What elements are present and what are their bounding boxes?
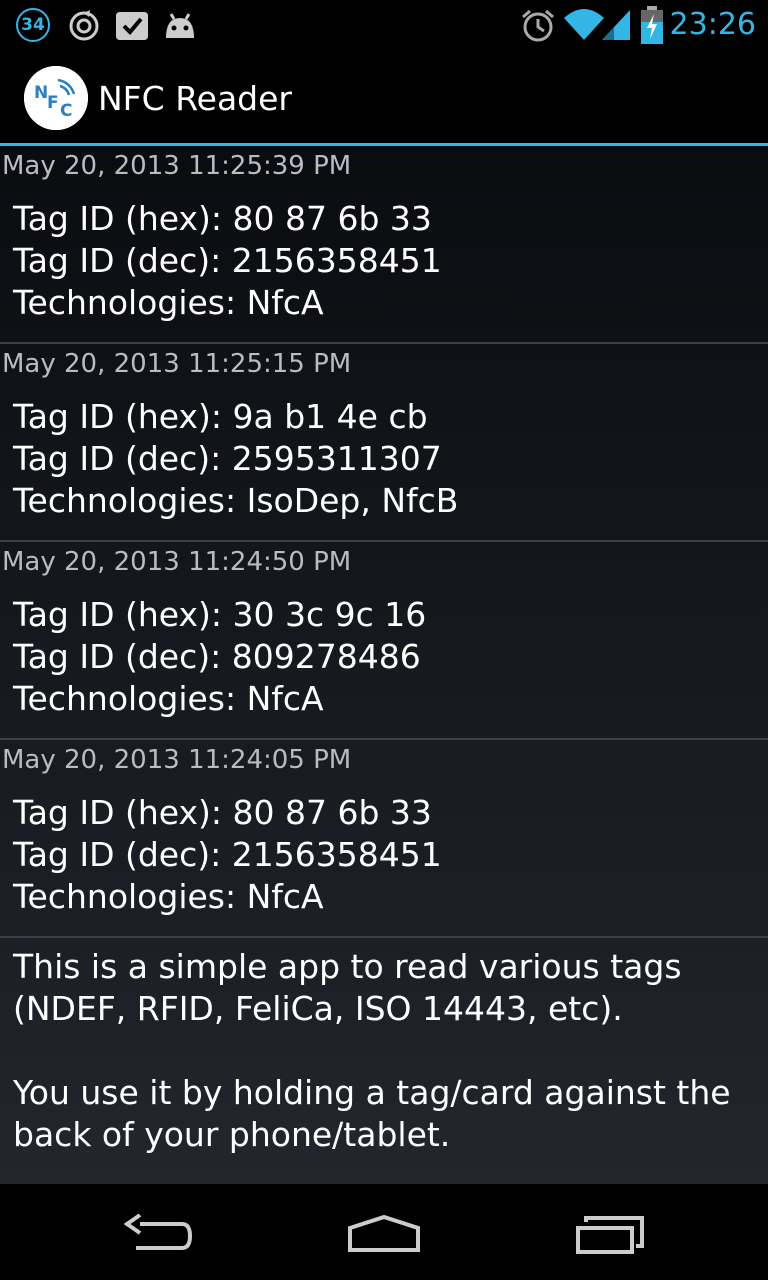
navigation-bar (0, 1184, 768, 1280)
home-icon (348, 1214, 420, 1252)
tag-id-hex: Tag ID (hex): 9a b1 4e cb (13, 397, 428, 436)
back-button[interactable] (32, 1184, 288, 1280)
entry-details: Tag ID (hex): 80 87 6b 33 Tag ID (dec): … (13, 198, 442, 324)
entry-date: May 20, 2013 11:24:05 PM (2, 745, 352, 775)
home-button[interactable] (256, 1184, 512, 1280)
entry-date: May 20, 2013 11:25:39 PM (2, 151, 352, 181)
nfc-logo-icon[interactable]: N F C (24, 66, 88, 130)
list-item[interactable]: May 20, 2013 11:24:05 PM Tag ID (hex): 8… (0, 740, 768, 938)
tag-technologies: Technologies: NfcA (13, 283, 324, 322)
tag-technologies: Technologies: NfcA (13, 877, 324, 916)
svg-text:F: F (47, 93, 59, 113)
entry-date: May 20, 2013 11:25:15 PM (2, 349, 352, 379)
android-icon (166, 13, 194, 38)
list-item[interactable]: May 20, 2013 11:25:39 PM Tag ID (hex): 8… (0, 146, 768, 344)
tag-technologies: Technologies: NfcA (13, 679, 324, 718)
recent-apps-button[interactable] (512, 1184, 768, 1280)
nfc-logo-graphic: N F C (24, 66, 88, 130)
battery-charging-icon (641, 6, 663, 44)
tag-id-dec: Tag ID (dec): 2156358451 (13, 241, 442, 280)
sync-icon (69, 10, 99, 41)
back-icon (124, 1214, 193, 1250)
description-paragraph-1: This is a simple app to read various tag… (13, 947, 682, 1028)
list-item[interactable]: May 20, 2013 11:24:50 PM Tag ID (hex): 3… (0, 542, 768, 740)
description-paragraph-2: You use it by holding a tag/card against… (13, 1073, 731, 1154)
app-description: This is a simple app to read various tag… (13, 946, 753, 1184)
status-bar: 34 23:26 (0, 0, 768, 50)
recent-apps-icon (576, 1216, 644, 1254)
notification-count-icon: 34 (16, 8, 50, 42)
alarm-icon (522, 9, 554, 42)
tag-id-hex: Tag ID (hex): 80 87 6b 33 (13, 793, 432, 832)
entry-date: May 20, 2013 11:24:50 PM (2, 547, 352, 577)
todo-check-icon (116, 12, 148, 40)
entry-details: Tag ID (hex): 9a b1 4e cb Tag ID (dec): … (13, 396, 458, 522)
signal-icon (602, 10, 630, 40)
svg-text:C: C (60, 101, 72, 121)
list-item[interactable]: May 20, 2013 11:25:15 PM Tag ID (hex): 9… (0, 344, 768, 542)
entry-details: Tag ID (hex): 30 3c 9c 16 Tag ID (dec): … (13, 594, 426, 720)
tag-id-hex: Tag ID (hex): 30 3c 9c 16 (13, 595, 427, 634)
tag-id-dec: Tag ID (dec): 809278486 (13, 637, 421, 676)
tag-id-dec: Tag ID (dec): 2595311307 (13, 439, 442, 478)
tag-id-hex: Tag ID (hex): 80 87 6b 33 (13, 199, 432, 238)
tag-history-list[interactable]: May 20, 2013 11:25:39 PM Tag ID (hex): 8… (0, 146, 768, 1184)
app-title: NFC Reader (98, 79, 292, 118)
tag-id-dec: Tag ID (dec): 2156358451 (13, 835, 442, 874)
entry-details: Tag ID (hex): 80 87 6b 33 Tag ID (dec): … (13, 792, 442, 918)
tag-technologies: Technologies: IsoDep, NfcB (13, 481, 459, 520)
status-time: 23:26 (669, 7, 756, 42)
